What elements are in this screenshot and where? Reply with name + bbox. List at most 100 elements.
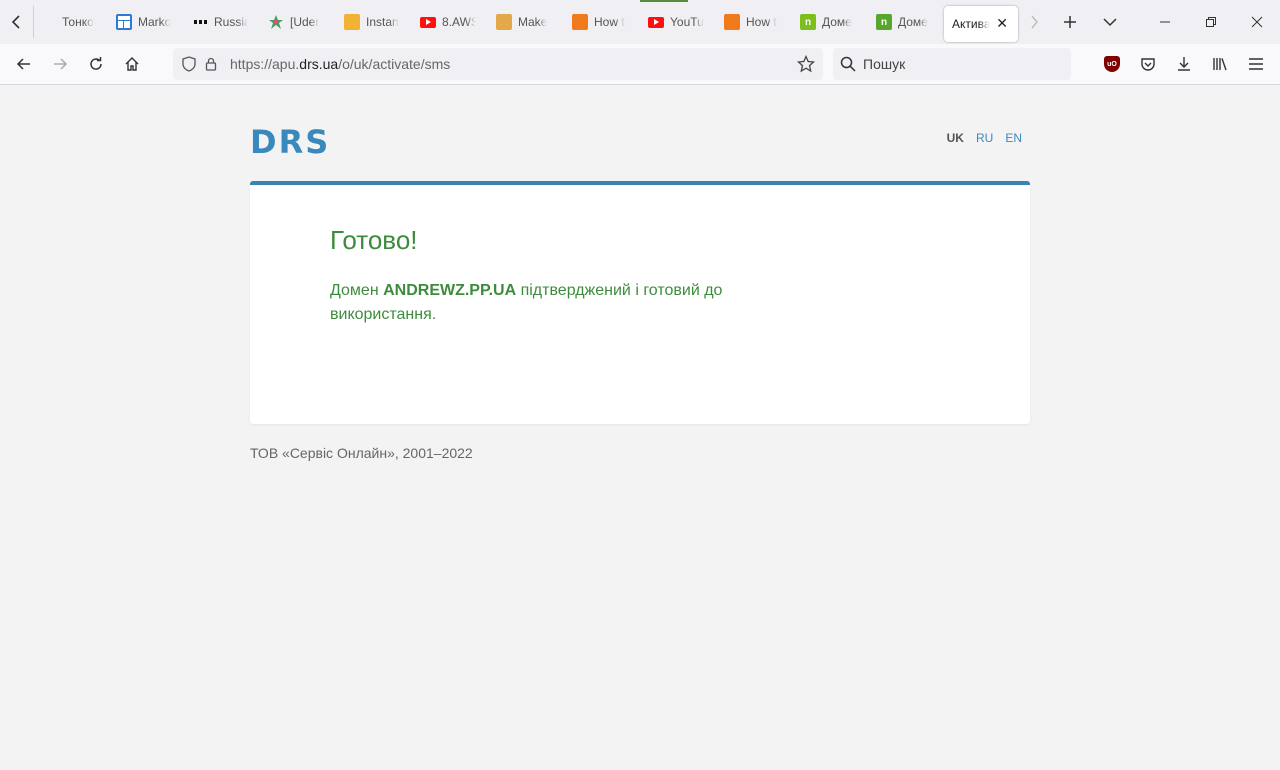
domain-name: ANDREWZ.PP.UA (383, 282, 517, 299)
tab-active[interactable]: Актива ✕ (944, 6, 1018, 42)
lang-en[interactable]: EN (1005, 131, 1022, 145)
cube-favicon-icon (572, 14, 588, 30)
bookmark-star-icon[interactable] (795, 48, 817, 80)
tab-6[interactable]: 8.AWS (412, 0, 488, 44)
tab-title: YouTu (670, 15, 704, 29)
home-button[interactable] (114, 48, 150, 80)
url-prefix: https://apu. (230, 56, 300, 72)
chevron-down-icon (1103, 18, 1117, 27)
blank-favicon-icon (40, 14, 56, 30)
page-content: DRS UK RU EN Готово! Домен ANDREWZ.PP.UA… (0, 85, 1280, 770)
forward-button[interactable] (42, 48, 78, 80)
tab-title: [Uder (290, 15, 320, 29)
youtube-favicon-icon (648, 16, 664, 28)
arrow-right-icon (54, 58, 68, 70)
cube-favicon-icon (724, 14, 740, 30)
ublock-button[interactable]: uO (1094, 48, 1130, 80)
tab-list: Тонко Marko Russia [Uder Instan 8.AWS Ma… (32, 0, 1018, 44)
library-icon (1213, 58, 1227, 71)
n-favicon-icon: n (800, 14, 816, 30)
url-bar[interactable]: https://apu.drs.ua/o/uk/activate/sms (173, 48, 823, 80)
reload-button[interactable] (78, 48, 114, 80)
back-button[interactable] (6, 48, 42, 80)
arrow-left-icon (16, 58, 30, 70)
lang-ru[interactable]: RU (976, 131, 993, 145)
shield-icon[interactable] (178, 48, 200, 80)
url-path: /o/uk/activate/sms (338, 56, 451, 72)
tab-8[interactable]: How t (564, 0, 640, 44)
youtube-favicon-icon (420, 16, 436, 28)
make-favicon-icon (496, 14, 512, 30)
tab-title: Marko (138, 15, 172, 29)
markdown-favicon-icon (116, 14, 132, 30)
media-indicator (640, 0, 688, 2)
tab-4[interactable]: [Uder (260, 0, 336, 44)
download-icon (1178, 57, 1190, 71)
search-icon (833, 48, 863, 80)
hamburger-menu-icon (1249, 58, 1263, 70)
minimize-icon (1160, 21, 1170, 23)
close-window-button[interactable] (1234, 0, 1280, 44)
tab-1[interactable]: Тонко (32, 0, 108, 44)
tab-scroll-left-button[interactable] (0, 0, 32, 44)
plus-icon (1064, 16, 1076, 28)
tab-title: How t (746, 15, 777, 29)
footer-copyright: ТОВ «Сервіс Онлайн», 2001–2022 (250, 445, 473, 461)
home-icon (125, 57, 139, 71)
navigation-toolbar: https://apu.drs.ua/o/uk/activate/sms uO (0, 44, 1280, 85)
pocket-button[interactable] (1130, 48, 1166, 80)
ublock-origin-icon: uO (1104, 56, 1120, 72)
tab-title: Актива (952, 17, 990, 31)
tab-10[interactable]: How t (716, 0, 792, 44)
success-title: Готово! (330, 225, 418, 255)
reload-icon (90, 57, 102, 70)
menu-button[interactable] (1238, 48, 1274, 80)
tab-strip: Тонко Marko Russia [Uder Instan 8.AWS Ma… (0, 0, 1280, 44)
chevron-left-icon (11, 15, 20, 29)
language-switcher: UK RU EN (947, 131, 1022, 145)
drs-logo[interactable]: DRS (250, 123, 330, 161)
pocket-icon (1141, 58, 1155, 71)
close-icon (1251, 16, 1263, 28)
minimize-button[interactable] (1142, 0, 1188, 44)
close-tab-icon[interactable]: ✕ (996, 15, 1008, 32)
tab-2[interactable]: Marko (108, 0, 184, 44)
tab-12[interactable]: n Доме (868, 0, 944, 44)
tab-11[interactable]: n Доме (792, 0, 868, 44)
russia-favicon-icon (192, 14, 208, 30)
n-favicon-icon: n (876, 14, 892, 30)
tab-title: Russia (214, 15, 248, 29)
tab-title: 8.AWS (442, 15, 476, 29)
tab-title: How t (594, 15, 625, 29)
tab-3[interactable]: Russia (184, 0, 260, 44)
url-host: drs.ua (299, 56, 339, 72)
tab-title: Instan (366, 15, 399, 29)
new-tab-button[interactable] (1050, 0, 1090, 44)
confirmation-card: Готово! Домен ANDREWZ.PP.UA підтверджени… (250, 181, 1030, 424)
restore-icon (1206, 17, 1216, 27)
tab-title: Доме (822, 15, 852, 29)
tab-9[interactable]: YouTu (640, 0, 716, 44)
search-input[interactable] (863, 56, 1053, 72)
toolbar-extensions: uO (1094, 48, 1274, 80)
box-favicon-icon (344, 14, 360, 30)
tab-title: Тонко (62, 15, 94, 29)
tab-title: Доме (898, 15, 928, 29)
downloads-button[interactable] (1166, 48, 1202, 80)
message-before: Домен (330, 282, 384, 299)
chevron-right-icon (1031, 15, 1038, 29)
tab-5[interactable]: Instan (336, 0, 412, 44)
window-controls (1142, 0, 1280, 44)
success-message: Домен ANDREWZ.PP.UA підтверджений і гото… (330, 279, 750, 327)
tab-7[interactable]: Make (488, 0, 564, 44)
list-all-tabs-button[interactable] (1090, 0, 1130, 44)
restore-button[interactable] (1188, 0, 1234, 44)
lang-uk[interactable]: UK (947, 131, 964, 145)
tab-scroll-right-button[interactable] (1018, 0, 1050, 44)
lock-icon[interactable] (200, 48, 222, 80)
site-header: DRS UK RU EN (250, 123, 1030, 163)
tab-title: Make (518, 15, 548, 29)
search-bar[interactable] (833, 48, 1071, 80)
url-text[interactable]: https://apu.drs.ua/o/uk/activate/sms (230, 56, 450, 72)
library-button[interactable] (1202, 48, 1238, 80)
